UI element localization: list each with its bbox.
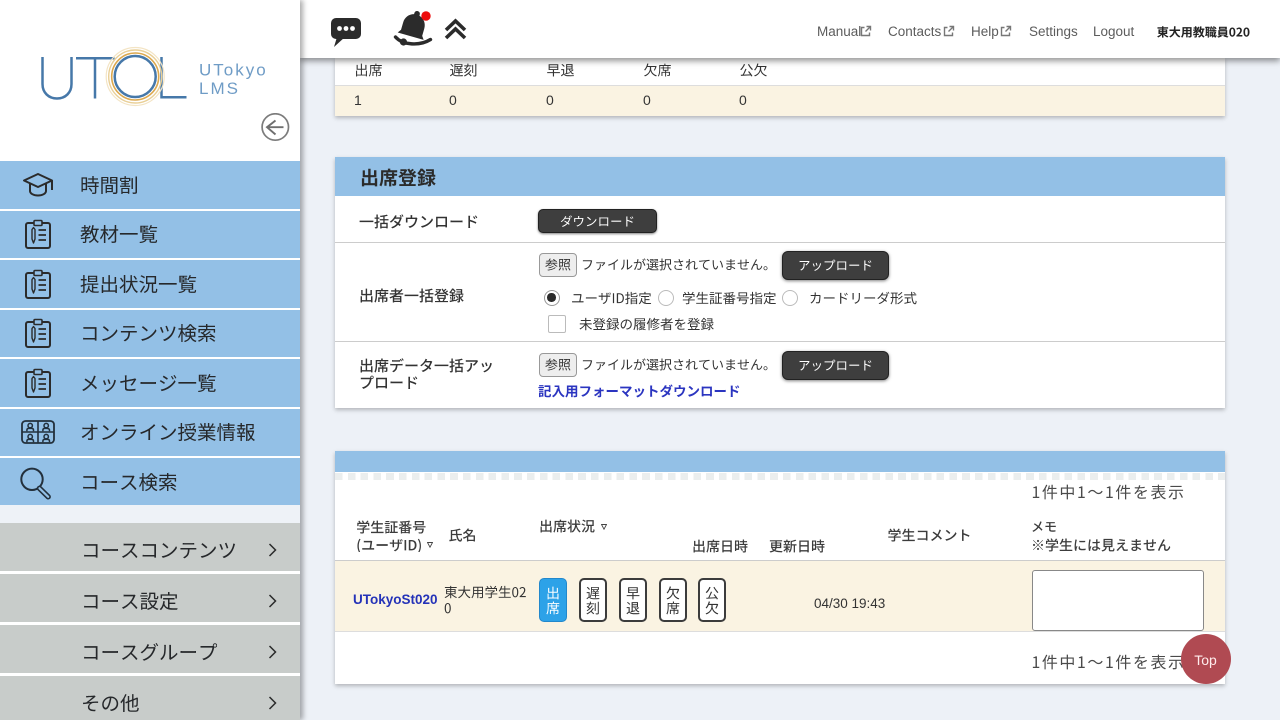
svg-text:LMS: LMS (199, 79, 240, 98)
svg-text:UTokyo: UTokyo (199, 61, 268, 80)
